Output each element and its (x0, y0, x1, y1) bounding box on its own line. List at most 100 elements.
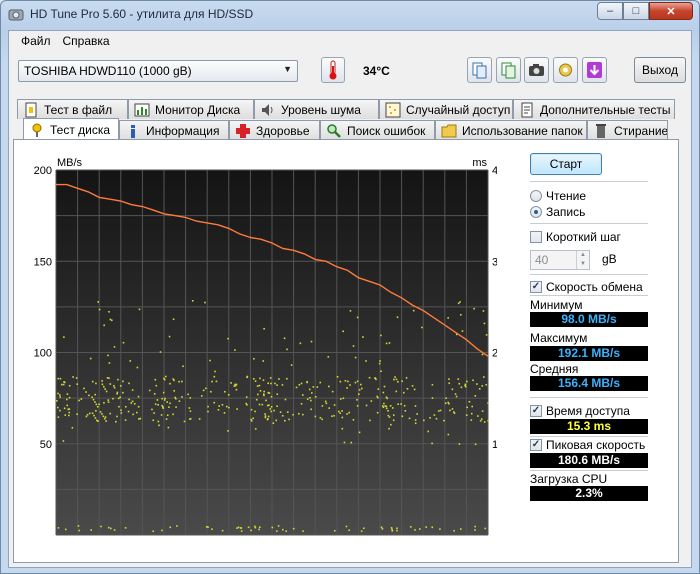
tab-file-benchmark[interactable]: Тест в файл (17, 99, 128, 119)
access-time-point (474, 443, 477, 446)
options-button[interactable] (553, 57, 578, 83)
min-label: Минимум (530, 298, 583, 312)
access-time-point (388, 416, 391, 418)
close-button[interactable]: ✕ (649, 2, 693, 20)
access-time-point (275, 419, 278, 422)
tab-extra-tests[interactable]: Дополнительные тесты (513, 99, 675, 119)
access-time-point (108, 310, 110, 313)
mode-write-radio[interactable]: Запись (530, 205, 585, 219)
access-time-point (342, 330, 344, 333)
access-time-point (227, 430, 229, 432)
access-time-point (154, 378, 157, 381)
access-time-point (205, 387, 207, 390)
menu-help[interactable]: Справка (57, 34, 116, 48)
burst-rate-checkbox[interactable]: ✓ Пиковая скорость (530, 438, 645, 452)
access-time-point (283, 419, 286, 422)
minimize-button[interactable]: – (597, 2, 623, 20)
y-tick-label-right: 40 (492, 165, 497, 177)
access-time-point (390, 527, 393, 529)
access-time-point (431, 383, 434, 386)
access-time-point (109, 318, 112, 321)
access-time-point (400, 403, 402, 405)
access-time-point (479, 420, 482, 422)
access-time-point (115, 420, 117, 423)
short-step-checkbox[interactable]: Короткий шаг (530, 230, 621, 244)
tab-random-access[interactable]: Случайный доступ (379, 99, 513, 119)
access-time-point (169, 382, 171, 385)
access-time-point (405, 377, 408, 379)
access-time-point (472, 379, 474, 382)
access-time-checkbox[interactable]: ✓ Время доступа (530, 404, 630, 418)
access-time-point (204, 301, 206, 304)
maximize-button[interactable]: □ (623, 2, 649, 20)
menu-file[interactable]: Файл (15, 34, 57, 48)
access-time-point (341, 410, 343, 412)
access-time-point (106, 377, 109, 379)
access-time-point (444, 402, 447, 405)
access-time-point (363, 527, 365, 530)
access-time-point (268, 404, 270, 406)
access-time-point (338, 410, 340, 413)
tab-erase[interactable]: Стирание (587, 120, 668, 140)
access-time-point (298, 412, 300, 415)
access-time-point (279, 411, 282, 413)
drive-select[interactable]: TOSHIBA HDWD110 (1000 gB) ▼ (18, 60, 298, 82)
tab-noise-level[interactable]: Уровень шума (254, 99, 379, 119)
tab-disk-monitor[interactable]: Монитор Диска (128, 99, 254, 119)
transfer-rate-checkbox[interactable]: ✓ Скорость обмена (530, 280, 643, 294)
access-time-point (247, 526, 250, 529)
screenshot-button[interactable] (524, 57, 549, 83)
copy-all-button[interactable] (496, 57, 521, 83)
access-time-point (157, 420, 160, 423)
access-time-point (101, 380, 103, 382)
access-time-point (91, 412, 94, 415)
access-time-point (117, 378, 119, 381)
short-step-check[interactable] (530, 231, 542, 243)
access-time-point (189, 418, 191, 420)
access-time-point (274, 382, 276, 385)
transfer-rate-check[interactable]: ✓ (530, 281, 542, 293)
access-time-point (97, 301, 100, 303)
tab-label: Случайный доступ (406, 102, 511, 117)
access-time-point (258, 403, 261, 406)
access-time-point (156, 399, 159, 401)
access-time-point (445, 397, 447, 400)
access-time-point (314, 415, 317, 418)
access-time-point (483, 421, 486, 423)
access-time-point (109, 383, 112, 385)
access-time-point (93, 414, 95, 417)
access-time-point (254, 380, 257, 382)
exit-button[interactable]: Выход (634, 57, 686, 83)
access-time-point (181, 396, 183, 398)
access-time-point (103, 324, 105, 327)
access-time-check[interactable]: ✓ (530, 405, 542, 417)
mode-read-radio[interactable]: Чтение (530, 189, 586, 203)
access-time-point (189, 410, 192, 413)
save-button[interactable] (582, 57, 607, 83)
access-time-point (374, 377, 376, 380)
access-time-point (176, 525, 178, 527)
access-time-point (480, 418, 483, 420)
radio-read[interactable] (530, 190, 542, 202)
access-time-point (234, 349, 236, 351)
title-bar[interactable]: HD Tune Pro 5.60 - утилита для HD/SSD – … (1, 1, 699, 29)
copy-text-button[interactable] (467, 57, 492, 83)
access-time-point (175, 406, 177, 408)
spin-up-icon[interactable]: ▲ (576, 251, 589, 260)
access-time-point (59, 377, 62, 380)
access-time-point (376, 411, 379, 414)
access-time-point (68, 414, 70, 417)
access-time-point (95, 410, 97, 412)
access-time-point (158, 424, 160, 427)
access-time-point (56, 400, 58, 402)
step-size-spinner[interactable]: 40 ▲ ▼ (530, 250, 590, 270)
burst-rate-check[interactable]: ✓ (530, 439, 542, 451)
divider (530, 223, 648, 224)
access-time-point (413, 388, 416, 391)
access-time-point (168, 406, 170, 408)
access-time-point (281, 384, 284, 386)
radio-write[interactable] (530, 206, 542, 218)
access-time-point (161, 397, 163, 400)
spin-down-icon[interactable]: ▼ (576, 260, 589, 269)
start-button[interactable]: Старт (530, 153, 602, 175)
